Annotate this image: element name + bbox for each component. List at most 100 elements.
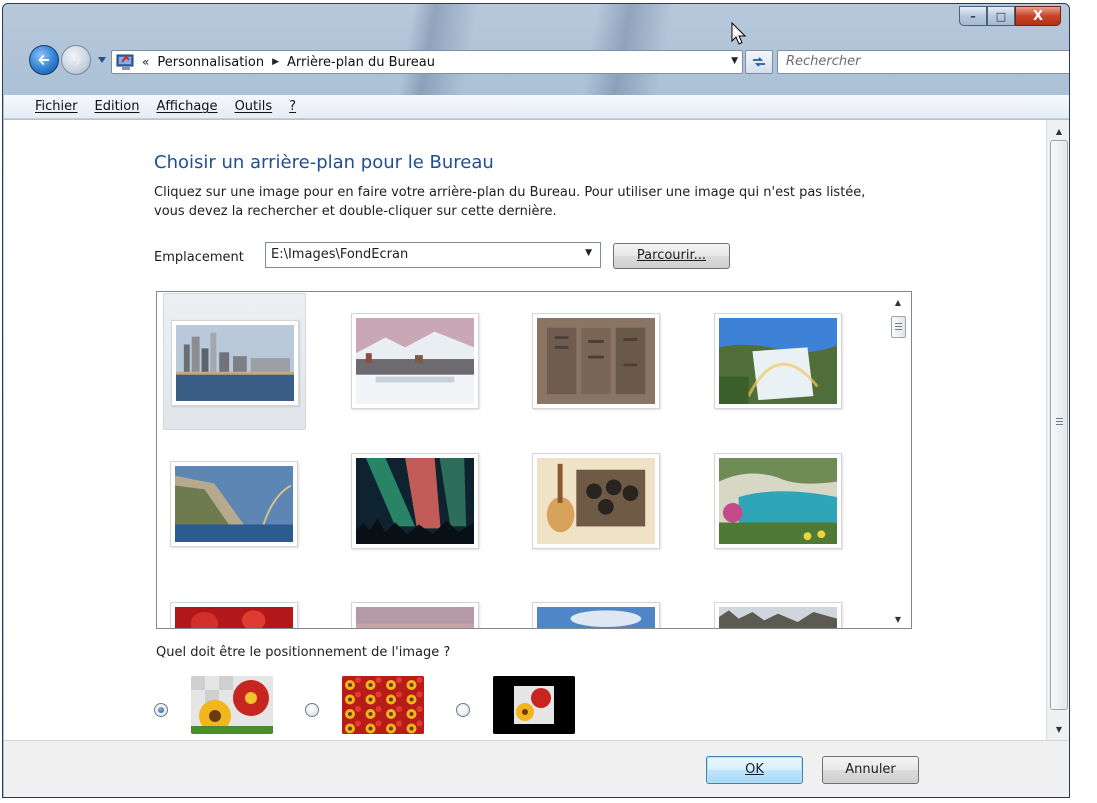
wallpaper-gallery: ▲ ▼ — [156, 291, 912, 629]
scroll-down-icon[interactable]: ▼ — [885, 615, 911, 624]
menu-bar: Fichier Edition Affichage Outils ? — [4, 95, 1069, 119]
fill-screen-option-image[interactable] — [191, 676, 273, 734]
aurora-borealis-image — [356, 458, 474, 544]
refresh-icon — [753, 57, 765, 67]
red-flowers-image — [175, 607, 293, 628]
page-title: Choisir un arrière-plan pour le Bureau — [154, 152, 494, 173]
coastal-cliff-rainbow-image — [175, 466, 293, 542]
search-icon[interactable] — [1068, 54, 1070, 70]
wallpaper-thumb — [171, 320, 299, 406]
page-scrollbar[interactable]: ▲ ▼ — [1046, 120, 1069, 740]
wallpaper-tile-rock-formations[interactable] — [709, 594, 852, 628]
flower-center-icon — [493, 676, 575, 734]
breadcrumb-personnalisation[interactable]: Personnalisation — [157, 55, 264, 70]
caption-buttons: – □ X — [959, 6, 1061, 26]
wallpaper-thumb — [351, 313, 479, 409]
rock-formations-image — [719, 607, 837, 628]
minimize-icon: – — [970, 9, 976, 23]
arrow-left-icon — [38, 54, 49, 66]
center-option-image[interactable] — [493, 676, 575, 734]
forward-button[interactable] — [61, 45, 91, 75]
dialog-footer: OK Annuler — [4, 740, 1069, 797]
page-description: Cliquez sur une image pour en faire votr… — [154, 185, 866, 219]
recent-pages-dropdown-icon[interactable] — [97, 56, 107, 64]
cancel-button[interactable]: Annuler — [822, 756, 919, 784]
navigation-bar: « Personnalisation ▶ Arrière-plan du Bur… — [17, 43, 1069, 77]
wallpaper-tile-pink-sky[interactable] — [346, 594, 489, 628]
wallpaper-thumb — [170, 602, 298, 628]
radio-tile[interactable] — [305, 703, 319, 717]
wallpaper-tile-snowy-mountain-town[interactable] — [346, 293, 489, 430]
triangle-down-icon[interactable]: ▼ — [731, 56, 738, 66]
snowy-mountain-town-image — [356, 318, 474, 404]
stone-carving-image — [537, 318, 655, 404]
blue-sky-clouds-image — [537, 607, 655, 628]
wallpaper-thumb — [532, 313, 660, 409]
control-panel-icon — [116, 54, 134, 70]
triangle-down-icon[interactable]: ▼ — [585, 248, 592, 258]
scroll-down-icon[interactable]: ▼ — [1047, 720, 1069, 738]
location-select[interactable]: E:\Images\FondEcran ▼ — [265, 242, 601, 268]
flower-tile-icon — [342, 676, 424, 734]
maximize-button[interactable]: □ — [987, 6, 1015, 26]
back-button[interactable] — [29, 45, 59, 75]
close-icon: X — [1032, 8, 1044, 24]
positioning-question: Quel doit être le positionnement de l'im… — [156, 645, 451, 660]
wallpaper-thumb — [532, 453, 660, 549]
ok-label: OK — [745, 762, 764, 777]
minimize-button[interactable]: – — [959, 6, 987, 26]
personalization-window: – □ X « Personnalisation ▶ Arrière-plan … — [2, 3, 1070, 798]
close-button[interactable]: X — [1015, 6, 1061, 26]
ok-button[interactable]: OK — [706, 756, 803, 784]
wallpaper-thumb — [351, 453, 479, 549]
triangle-right-icon[interactable]: ▶ — [272, 57, 279, 67]
wallpaper-thumb — [714, 453, 842, 549]
menu-help[interactable]: ? — [289, 99, 296, 114]
wallpaper-tile-turquoise-cove[interactable] — [709, 444, 852, 581]
wallpaper-tile-beatles-album-guitar[interactable] — [527, 444, 670, 581]
wallpaper-tile-coastal-cliff-rainbow[interactable] — [163, 444, 306, 581]
gallery-scroll-thumb[interactable] — [891, 316, 906, 338]
gallery-scrollbar[interactable]: ▲ ▼ — [885, 292, 911, 628]
menu-outils[interactable]: Outils — [235, 99, 273, 114]
wallpaper-tile-red-flowers[interactable] — [163, 594, 306, 628]
pink-sky-image — [356, 607, 474, 628]
arrow-right-icon — [71, 54, 82, 66]
wallpaper-thumb — [351, 602, 479, 628]
turquoise-cove-image — [719, 458, 837, 544]
wallpaper-tile-aurora-borealis[interactable] — [346, 444, 489, 581]
wallpaper-tile-blue-sky-clouds[interactable] — [527, 594, 670, 628]
grip-icon — [1056, 418, 1063, 427]
maximize-icon: □ — [995, 9, 1007, 23]
content-pane: Choisir un arrière-plan pour le Bureau C… — [4, 120, 1046, 740]
address-bar[interactable]: « Personnalisation ▶ Arrière-plan du Bur… — [111, 50, 743, 74]
search-placeholder: Rechercher — [786, 54, 861, 69]
search-input[interactable]: Rechercher — [777, 50, 1070, 74]
tile-option-image[interactable] — [342, 676, 424, 734]
wallpaper-thumb — [714, 313, 842, 409]
radio-center[interactable] — [456, 703, 470, 717]
radio-fill-screen[interactable] — [154, 703, 168, 717]
city-waterfront-image — [176, 325, 294, 401]
mouse-cursor-icon — [731, 22, 747, 45]
browse-button[interactable]: Parcourir... — [613, 243, 730, 269]
wallpaper-tile-stone-carving[interactable] — [527, 293, 670, 430]
wallpaper-tile-city-waterfront[interactable] — [163, 293, 306, 430]
flower-fill-icon — [191, 676, 273, 734]
wallpaper-thumb — [714, 602, 842, 628]
scroll-up-icon[interactable]: ▲ — [1047, 122, 1069, 140]
refresh-button[interactable] — [745, 50, 773, 74]
wallpaper-thumb — [170, 461, 298, 547]
location-label: Emplacement — [154, 250, 244, 265]
scroll-up-icon[interactable]: ▲ — [885, 298, 911, 307]
beatles-album-guitar-image — [537, 458, 655, 544]
breadcrumb-arriere-plan[interactable]: Arrière-plan du Bureau — [287, 55, 435, 70]
wallpaper-tile-waterfall-rainbow[interactable] — [709, 293, 852, 430]
breadcrumb-overflow[interactable]: « — [142, 55, 149, 69]
menu-affichage[interactable]: Affichage — [156, 99, 217, 114]
menu-fichier[interactable]: Fichier — [35, 99, 78, 114]
page-scroll-thumb[interactable] — [1050, 140, 1068, 710]
menu-edition[interactable]: Edition — [95, 99, 140, 114]
waterfall-rainbow-image — [719, 318, 837, 404]
wallpaper-thumb — [532, 602, 660, 628]
